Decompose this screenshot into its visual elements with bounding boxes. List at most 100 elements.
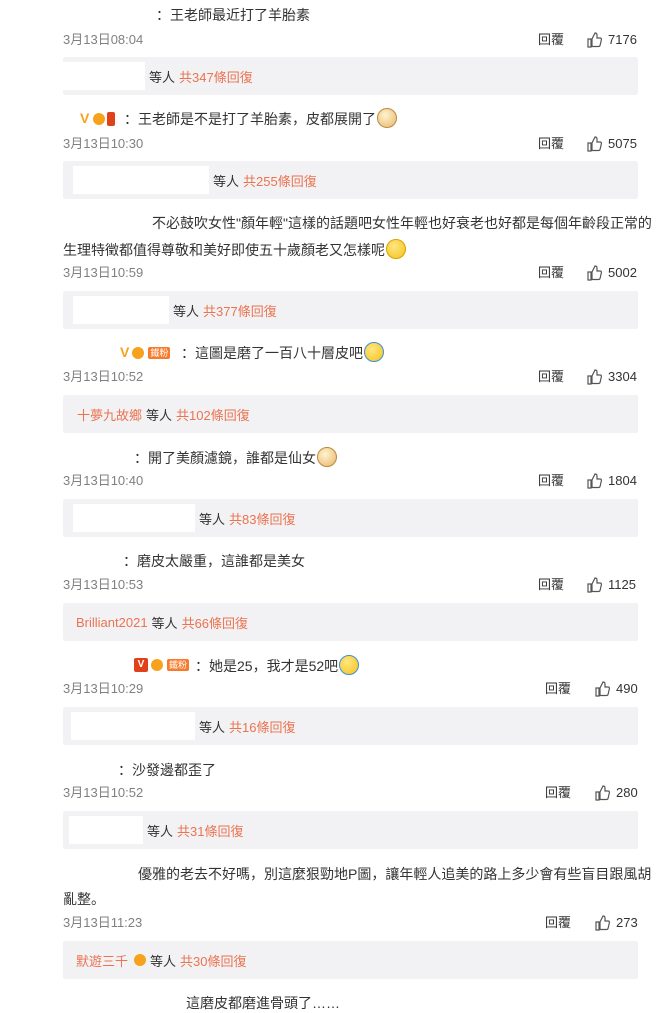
like-button[interactable]: 490 <box>594 680 638 698</box>
like-count: 280 <box>616 785 638 800</box>
reply-button[interactable]: 回覆 <box>538 135 564 153</box>
redacted-username <box>60 758 116 780</box>
reply-count-link[interactable]: 共66條回復 <box>182 613 248 632</box>
like-count: 490 <box>616 681 638 696</box>
redacted-username <box>56 860 132 882</box>
level-badge-icon <box>107 112 116 127</box>
reply-button[interactable]: 回覆 <box>538 264 564 282</box>
reply-summary-bar[interactable]: 等人 共83條回復 <box>63 499 638 537</box>
fan-badge: 鐵粉 <box>167 659 190 672</box>
comment-text: 這磨皮都磨進骨頭了…… <box>186 995 340 1011</box>
like-count: 1804 <box>608 473 637 488</box>
thumbs-up-icon <box>587 32 602 48</box>
like-button[interactable]: 280 <box>594 784 638 802</box>
comment-text: ：沙發邊都歪了 <box>118 762 216 778</box>
redacted-username <box>60 549 122 571</box>
reply-summary-suffix: 等人 <box>147 823 174 839</box>
reply-summary-bar[interactable]: 等人 共16條回復 <box>63 707 638 745</box>
like-button[interactable]: 7176 <box>586 31 637 49</box>
reply-summary-suffix: 等人 <box>213 173 240 189</box>
redacted-username <box>60 653 132 675</box>
reply-count-link[interactable]: 共16條回復 <box>229 717 295 736</box>
reply-summary-bar[interactable]: 默遊三千 等人 共30條回復 <box>63 941 638 979</box>
fan-icon <box>151 659 163 672</box>
reply-summary-bar[interactable]: 等人 共347條回復 <box>63 57 638 95</box>
comment-text-line: 優雅的老去不好嗎，別這麼狠勁地P圖，讓年輕人追美的路上多少會有些盲目跟風胡 <box>138 866 652 882</box>
shocked-emoji-icon <box>339 655 360 675</box>
fan-badge: 鐵粉 <box>148 347 171 360</box>
like-count: 7176 <box>608 32 637 47</box>
reply-summary-bar[interactable]: 十夢九故鄉 等人 共102條回復 <box>63 395 638 433</box>
like-button[interactable]: 3304 <box>586 368 637 386</box>
redacted-username <box>56 4 154 26</box>
reply-button[interactable]: 回覆 <box>545 680 571 698</box>
reply-summary-suffix: 等人 <box>199 719 226 735</box>
smile-emoji-icon <box>386 239 406 259</box>
reply-count-link[interactable]: 共255條回復 <box>243 171 317 190</box>
like-count: 3304 <box>608 369 637 384</box>
v-red-badge-icon: V <box>134 658 148 673</box>
redacted-username <box>60 341 118 363</box>
thumbs-up-icon <box>587 473 602 489</box>
comment-text-line: 亂整。 <box>63 891 105 907</box>
reply-summary-suffix: 等人 <box>173 303 200 319</box>
redacted-username <box>73 296 169 324</box>
thumbs-up-icon <box>587 136 602 152</box>
reply-user-link[interactable]: 十夢九故鄉 <box>77 405 142 424</box>
like-button[interactable]: 5002 <box>586 264 637 282</box>
redacted-username <box>73 166 209 194</box>
reply-summary-bar[interactable]: Brilliant2021 等人 共66條回復 <box>63 603 638 641</box>
comment-text-line: 不必鼓吹女性"顏年輕"這樣的話題吧女性年輕也好衰老也好都是每個年齡段正常的 <box>152 215 652 231</box>
doge-emoji-icon <box>377 108 397 128</box>
reply-button[interactable]: 回覆 <box>545 914 571 932</box>
reply-summary-suffix: 等人 <box>199 511 226 527</box>
comment-time: 3月13日10:59 <box>63 265 144 280</box>
comment-time: 3月13日10:53 <box>63 577 144 592</box>
like-button[interactable]: 5075 <box>586 135 637 153</box>
redacted-username <box>56 445 134 467</box>
thumbs-up-icon <box>587 369 602 385</box>
reply-summary-suffix: 等人 <box>151 615 178 631</box>
fan-icon <box>134 954 147 966</box>
reply-user-link[interactable]: 默遊三千 <box>76 951 128 970</box>
reply-count-link[interactable]: 共31條回復 <box>177 821 243 840</box>
thumbs-up-icon <box>587 265 602 281</box>
thumbs-up-icon <box>587 577 602 593</box>
comment-text: ：王老師是不是打了羊胎素，皮都展開了 <box>124 108 397 129</box>
reply-user-link[interactable]: Brilliant2021 <box>76 615 148 630</box>
comment-text: ：王老師最近打了羊胎素 <box>156 7 310 23</box>
comment-time: 3月13日11:23 <box>63 915 143 930</box>
comment-time: 3月13日10:40 <box>63 473 144 488</box>
like-button[interactable]: 1804 <box>586 472 637 490</box>
reply-summary-bar[interactable]: 等人 共255條回復 <box>63 161 638 199</box>
reply-summary-suffix: 等人 <box>149 69 176 85</box>
comment-time: 3月13日10:29 <box>63 681 144 696</box>
reply-count-link[interactable]: 共377條回復 <box>203 301 277 320</box>
redacted-username <box>63 62 145 90</box>
reply-button[interactable]: 回覆 <box>538 31 564 49</box>
reply-button[interactable]: 回覆 <box>538 472 564 490</box>
like-button[interactable]: 1125 <box>586 576 636 594</box>
comment-text: ：開了美顏濾鏡，誰都是仙女 <box>134 447 337 468</box>
thumbs-up-icon <box>595 915 610 931</box>
reply-count-link[interactable]: 共83條回復 <box>229 509 295 528</box>
reply-summary-bar[interactable]: 等人 共377條回復 <box>63 291 638 329</box>
redacted-username <box>71 712 195 740</box>
redacted-username <box>56 107 80 129</box>
comment-time: 3月13日08:04 <box>63 32 144 47</box>
comment-time: 3月13日10:52 <box>63 369 144 384</box>
laugh-cry-emoji-icon <box>364 342 384 362</box>
reply-count-link[interactable]: 共347條回復 <box>179 67 253 86</box>
like-count: 1125 <box>608 577 636 592</box>
verified-icon: V <box>80 110 90 126</box>
reply-button[interactable]: 回覆 <box>538 368 564 386</box>
like-button[interactable]: 273 <box>594 914 638 932</box>
reply-summary-suffix: 等人 <box>146 407 173 423</box>
reply-count-link[interactable]: 共102條回復 <box>176 405 250 424</box>
reply-count-link[interactable]: 共30條回復 <box>180 951 246 970</box>
reply-summary-bar[interactable]: 等人 共31條回復 <box>63 811 638 849</box>
like-count: 5075 <box>608 136 637 151</box>
reply-button[interactable]: 回覆 <box>538 576 564 594</box>
like-count: 273 <box>616 915 638 930</box>
reply-button[interactable]: 回覆 <box>545 784 571 802</box>
